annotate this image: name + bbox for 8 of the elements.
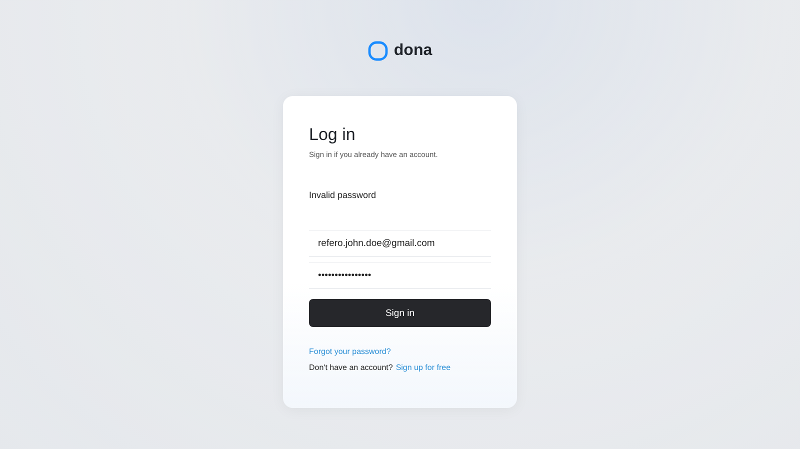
email-field[interactable]: refero.john.doe@gmail.com <box>309 230 491 257</box>
password-field[interactable]: •••••••••••••••• <box>309 262 491 289</box>
error-message: Invalid password <box>309 190 378 200</box>
logo-icon <box>368 41 388 61</box>
sign-in-button[interactable]: Sign in <box>309 299 491 327</box>
card-title: Log in <box>309 124 356 146</box>
signup-prompt: Don't have an account? <box>309 363 393 372</box>
brand-name: dona <box>394 42 432 60</box>
